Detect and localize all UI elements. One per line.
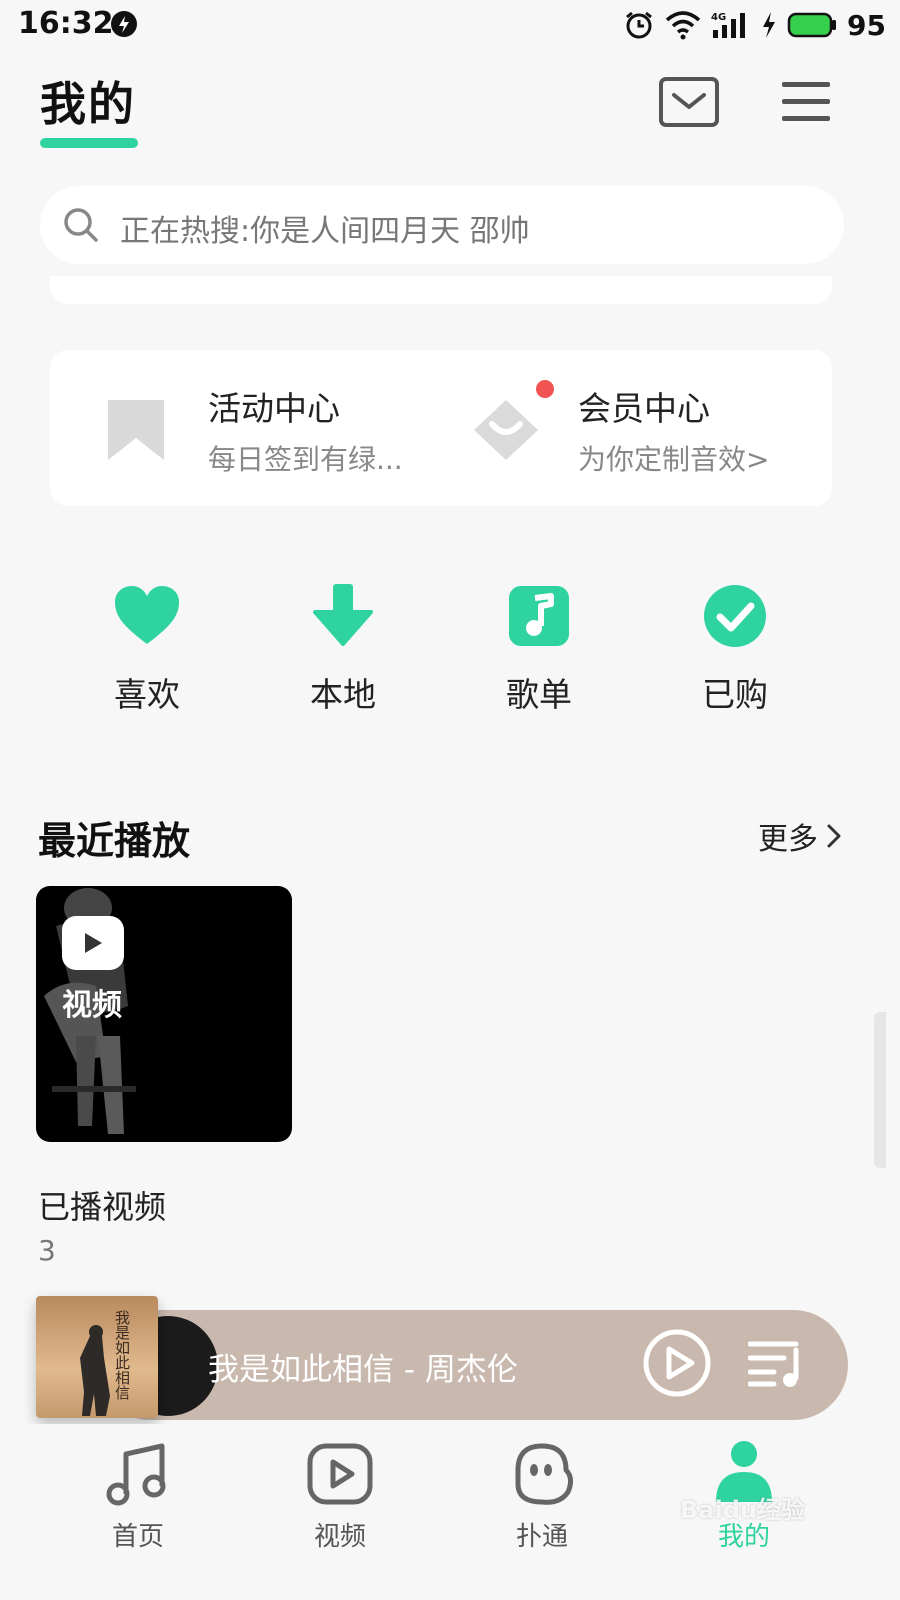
- check-circle-icon: [704, 585, 766, 647]
- vip-center-subtitle: 为你定制音效>: [578, 443, 770, 476]
- watermark: Baidu经验: [680, 1496, 805, 1524]
- heart-icon: [115, 586, 179, 644]
- activity-center-title: 活动中心: [208, 389, 340, 428]
- album-art: 我是如此相信: [36, 1296, 158, 1418]
- more-button[interactable]: 更多: [758, 816, 842, 857]
- mail-icon[interactable]: [658, 76, 720, 128]
- battery-icon: [787, 12, 837, 38]
- quick-local[interactable]: 本地: [273, 582, 413, 722]
- search-icon: [64, 208, 98, 242]
- quick-label: 本地: [310, 675, 376, 714]
- page-title: 我的: [40, 77, 136, 131]
- tab-label: 首页: [111, 1522, 164, 1552]
- title-underline: [40, 138, 138, 148]
- side-drawer-handle[interactable]: [874, 1012, 886, 1168]
- more-label: 更多: [758, 822, 818, 857]
- wifi-icon: [665, 11, 701, 40]
- tab-putong[interactable]: 扑通: [472, 1424, 612, 1574]
- quick-label: 歌单: [506, 675, 572, 714]
- download-icon: [313, 584, 373, 646]
- activity-center[interactable]: 活动中心 每日签到有绿...: [50, 350, 440, 506]
- video-play-badge: [62, 916, 124, 970]
- music-note-icon: [509, 586, 569, 646]
- tab-label: 视频: [313, 1522, 366, 1552]
- search-placeholder: 正在热搜:你是人间四月天 邵帅: [120, 214, 530, 249]
- tab-video[interactable]: 视频: [270, 1424, 410, 1574]
- music-note-icon: [106, 1443, 166, 1506]
- search-bar[interactable]: 正在热搜:你是人间四月天 邵帅: [40, 186, 844, 264]
- quick-label: 喜欢: [114, 675, 180, 714]
- quick-playlists[interactable]: 歌单: [469, 582, 609, 722]
- chat-face-icon: [515, 1443, 574, 1505]
- quick-entries: 喜欢 本地 歌单 已购: [0, 582, 900, 722]
- vip-red-dot: [536, 380, 554, 398]
- mini-player[interactable]: 我是如此相信 我是如此相信 - 周杰伦: [36, 1296, 848, 1420]
- status-time: 16:32: [18, 6, 114, 41]
- play-icon: [85, 933, 102, 953]
- menu-icon[interactable]: [780, 78, 832, 126]
- network-label: 4G: [711, 12, 726, 23]
- status-bar: 16:32 4G 95: [0, 0, 900, 50]
- collapsed-card-edge: [50, 276, 832, 304]
- activity-center-subtitle: 每日签到有绿...: [208, 443, 403, 476]
- tab-label: 扑通: [515, 1522, 568, 1552]
- vip-center-title: 会员中心: [578, 389, 710, 428]
- play-button-icon[interactable]: [642, 1328, 712, 1398]
- playlist-icon[interactable]: [748, 1338, 804, 1388]
- recent-item-name: 已播视频: [38, 1188, 167, 1226]
- quick-label: 已购: [702, 675, 768, 714]
- recent-item-count: 3: [38, 1234, 56, 1267]
- recent-section-title: 最近播放: [38, 819, 191, 863]
- notification-icon: [111, 11, 137, 37]
- now-playing-song: 我是如此相信 - 周杰伦: [208, 1352, 518, 1388]
- recent-video-card[interactable]: 视频: [36, 886, 292, 1142]
- chevron-right-icon: [827, 824, 841, 848]
- battery-percent: 95: [847, 8, 886, 42]
- bookmark-icon: [108, 400, 164, 460]
- video-play-icon: [307, 1443, 373, 1505]
- album-cover-text: 我是如此相信: [113, 1310, 131, 1400]
- quick-purchased[interactable]: 已购: [665, 582, 805, 722]
- vip-center[interactable]: 会员中心 为你定制音效>: [450, 350, 832, 506]
- diamond-icon: [474, 400, 538, 460]
- status-right: 4G 95: [623, 8, 886, 42]
- alarm-icon: [626, 11, 652, 39]
- quick-favorites[interactable]: 喜欢: [77, 582, 217, 722]
- video-badge-label: 视频: [62, 988, 122, 1023]
- tab-home[interactable]: 首页: [68, 1424, 208, 1574]
- album-cover[interactable]: 我是如此相信: [36, 1296, 158, 1418]
- signal-icon: 4G: [711, 12, 746, 38]
- charging-icon: [763, 12, 776, 38]
- center-card: 活动中心 每日签到有绿... 会员中心 为你定制音效>: [50, 350, 832, 506]
